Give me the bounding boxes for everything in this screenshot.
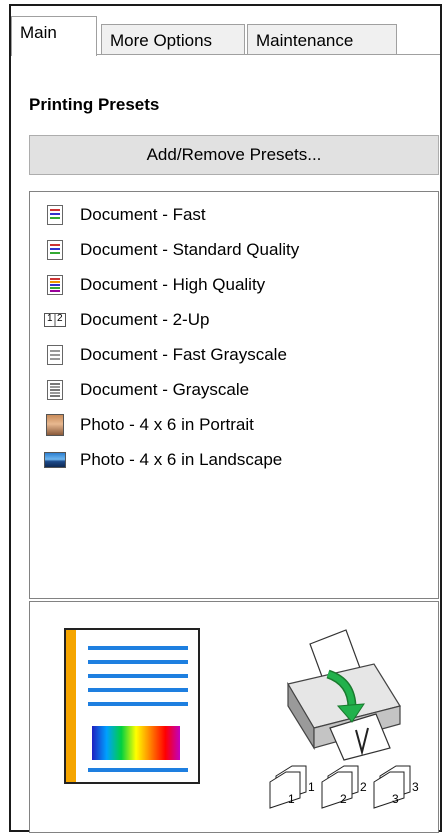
document-color-icon bbox=[44, 239, 66, 261]
main-tab-panel: Printing Presets Add/Remove Presets... D… bbox=[11, 55, 440, 833]
document-color-icon bbox=[44, 204, 66, 226]
document-gray-icon bbox=[44, 379, 66, 401]
printer-icon bbox=[287, 629, 401, 761]
list-item[interactable]: 1 2 Document - 2-Up bbox=[44, 307, 209, 333]
list-item[interactable]: Photo - 4 x 6 in Portrait bbox=[44, 412, 254, 438]
tab-main[interactable]: Main bbox=[11, 16, 97, 56]
list-item[interactable]: Document - High Quality bbox=[44, 272, 265, 298]
list-item[interactable]: Photo - 4 x 6 in Landscape bbox=[44, 447, 282, 473]
tab-strip: More Options Maintenance Main bbox=[11, 6, 440, 56]
tab-maintenance[interactable]: Maintenance bbox=[247, 24, 397, 55]
printing-presets-heading: Printing Presets bbox=[29, 95, 160, 114]
add-remove-presets-button[interactable]: Add/Remove Presets... bbox=[29, 135, 439, 175]
list-item-label: Photo - 4 x 6 in Portrait bbox=[80, 415, 254, 434]
list-item[interactable]: Document - Standard Quality bbox=[44, 237, 299, 263]
list-item[interactable]: Document - Fast Grayscale bbox=[44, 342, 287, 368]
two-up-icon: 1 2 bbox=[44, 309, 66, 331]
photo-portrait-icon bbox=[44, 414, 66, 436]
photo-landscape-icon bbox=[44, 449, 66, 471]
list-item-label: Document - High Quality bbox=[80, 275, 266, 294]
presets-list[interactable]: Document - Fast Document - Standard Qual… bbox=[29, 191, 439, 599]
list-item[interactable]: Document - Fast bbox=[44, 202, 206, 228]
list-item-label: Photo - 4 x 6 in Landscape bbox=[80, 450, 283, 469]
list-item-label: Document - Grayscale bbox=[80, 380, 250, 399]
list-item-label: Document - 2-Up bbox=[80, 310, 210, 329]
list-item-label: Document - Standard Quality bbox=[80, 240, 300, 259]
list-item-label: Document - Fast bbox=[80, 205, 206, 224]
document-high-quality-icon bbox=[44, 274, 66, 296]
driver-window: More Options Maintenance Main Printing P… bbox=[9, 4, 442, 833]
collate-copies-icon: 1 1 2 2 3 3 bbox=[266, 762, 436, 822]
document-gray-icon bbox=[44, 344, 66, 366]
page-layout-preview bbox=[64, 628, 200, 784]
tab-more-options[interactable]: More Options bbox=[101, 24, 245, 55]
print-preview-panel: 1 1 2 2 3 3 bbox=[29, 601, 439, 833]
list-item-label: Document - Fast Grayscale bbox=[80, 345, 287, 364]
list-item[interactable]: Document - Grayscale bbox=[44, 377, 249, 403]
